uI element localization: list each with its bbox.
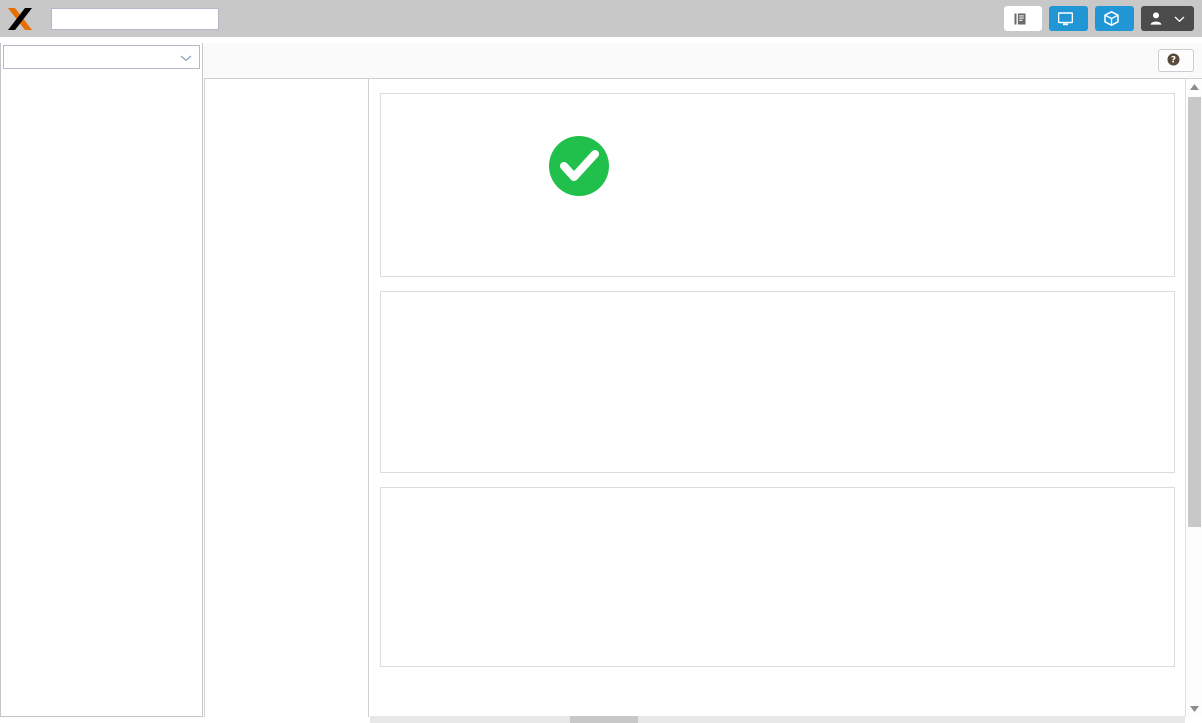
help-circle-icon: ? [1167,53,1180,69]
create-vm-button[interactable] [1049,6,1088,31]
breadcrumb-bar: ? [204,43,1202,79]
guests-panel [380,291,1175,473]
search-input[interactable] [51,7,219,30]
view-selector[interactable] [3,45,200,69]
help-button[interactable]: ? [1158,49,1194,72]
create-ct-button[interactable] [1095,6,1134,31]
user-menu-button[interactable] [1141,6,1194,31]
chevron-down-icon [180,50,192,65]
user-icon [1150,12,1162,25]
svg-text:?: ? [1171,55,1176,65]
app-header [0,0,1202,37]
cube-icon [1104,11,1119,26]
resources-panel [380,487,1175,667]
horizontal-scrollbar-thumb[interactable] [570,716,638,723]
scroll-up-arrow[interactable] [1186,79,1202,95]
vertical-scrollbar-thumb[interactable] [1188,97,1201,527]
scroll-down-arrow[interactable] [1186,701,1202,717]
status-ok-icon [381,134,778,201]
content-horizontal-scrollbar[interactable] [370,716,1185,723]
proxmox-logo [7,6,32,32]
server-view-panel [0,43,203,717]
documentation-button[interactable] [1004,6,1042,31]
chevron-down-icon [1174,15,1185,23]
health-panel [380,93,1175,277]
resource-tree[interactable] [1,71,202,716]
proxmox-x-mark-icon [7,7,33,31]
book-icon [1013,12,1027,26]
monitor-icon [1058,11,1073,26]
header-actions [1004,6,1194,31]
content-vertical-scrollbar[interactable] [1185,79,1202,717]
summary-content [370,79,1185,717]
datacenter-nav-panel[interactable] [204,79,369,717]
